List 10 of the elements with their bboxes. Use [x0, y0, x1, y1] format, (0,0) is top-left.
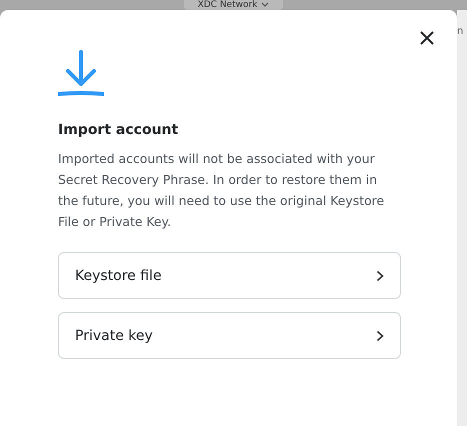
dialog-title: Import account: [58, 122, 180, 138]
chevron-right-icon: [376, 330, 384, 342]
dialog-description: Imported accounts will not be associated with your Secret Recovery Phrase. In order to restore them in the future, you will need to use the original Keystore File or Private Key.: [58, 150, 386, 231]
background-text: n: [457, 26, 464, 38]
import-option[interactable]: Keystore file: [58, 252, 401, 299]
network-selector[interactable]: XDC Network: [184, 0, 284, 10]
import-option[interactable]: Private key: [58, 312, 401, 359]
chevron-icon: [261, 2, 270, 8]
close-icon: [420, 31, 434, 45]
chevron-right-icon: [376, 270, 384, 282]
